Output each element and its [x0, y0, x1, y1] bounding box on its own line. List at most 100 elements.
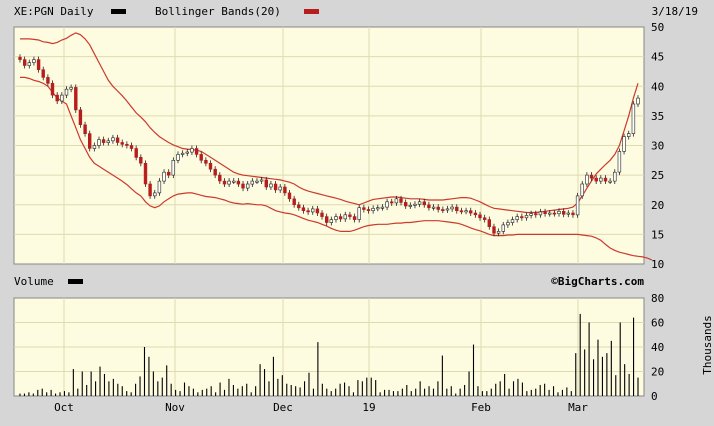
price-candle [385, 201, 389, 208]
price-candle [292, 198, 296, 206]
price-candle [417, 201, 422, 205]
price-candle [167, 171, 171, 176]
price-candle [218, 174, 222, 182]
price-candle [557, 211, 561, 215]
price-candle [162, 171, 166, 182]
price-candle [357, 207, 361, 220]
price-candle [306, 210, 310, 213]
price-candle [199, 154, 203, 161]
price-candle [594, 177, 598, 182]
price-candle [631, 103, 636, 134]
price-candle [273, 183, 278, 191]
price-candle [520, 216, 524, 219]
price-candle [482, 217, 487, 220]
price-candle [459, 210, 464, 213]
price-candle [153, 192, 157, 197]
price-candle [41, 69, 45, 78]
price-candle [60, 94, 64, 102]
price-candle [250, 180, 254, 185]
symbol-label: XE:PGN Daily [14, 5, 94, 18]
price-candle [46, 77, 50, 84]
volume-tick-label: 20 [651, 366, 664, 379]
volume-tick-label: 60 [651, 317, 664, 330]
price-candle [362, 207, 366, 210]
price-candle [450, 206, 454, 210]
stock-chart: XE:PGN Daily Bollinger Bands(20) 3/18/19… [0, 0, 714, 426]
price-candle [287, 192, 292, 200]
price-candle [125, 144, 129, 146]
price-candle [626, 133, 631, 137]
price-candle [22, 59, 27, 66]
price-candle [232, 180, 236, 183]
price-candle [241, 183, 245, 189]
price-candle [427, 204, 431, 209]
price-tick-label: 45 [651, 51, 664, 64]
price-candle [515, 216, 519, 220]
price-candle [55, 94, 59, 102]
price-candle [538, 211, 543, 216]
price-candle [366, 209, 371, 212]
price-candle [599, 177, 603, 182]
price-candle [622, 136, 626, 152]
x-tick-label: Oct [54, 401, 74, 414]
x-tick-label: Dec [273, 401, 293, 414]
price-candle [148, 183, 152, 197]
price-candle [297, 204, 301, 209]
price-candle [283, 186, 287, 194]
x-tick-label: Mar [568, 401, 588, 414]
price-candle [222, 180, 227, 185]
price-candle [473, 212, 478, 216]
price-candle [543, 211, 547, 214]
price-candle [403, 202, 408, 207]
indicator-label: Bollinger Bands(20) [155, 5, 281, 18]
price-tick-label: 40 [651, 80, 664, 93]
price-candle [468, 210, 473, 214]
price-candle [264, 179, 268, 188]
price-candle [501, 224, 505, 232]
price-tick-label: 30 [651, 140, 664, 153]
price-candle [589, 174, 594, 179]
price-candle [32, 59, 36, 63]
price-candle [259, 179, 264, 182]
price-y-axis: 10 15 20 25 30 35 40 45 50 [651, 21, 664, 271]
price-candle [380, 206, 385, 209]
price-candle [324, 216, 329, 223]
price-candle [371, 208, 375, 212]
indicator-legend-swatch [304, 9, 319, 14]
volume-tick-label: 0 [651, 390, 658, 403]
price-candle [36, 59, 41, 70]
price-candle [441, 209, 445, 212]
price-candle [78, 109, 83, 126]
price-candle [213, 168, 217, 176]
price-candle [139, 157, 143, 164]
price-candle [315, 208, 320, 214]
price-candle [208, 163, 213, 170]
price-tick-label: 15 [651, 228, 664, 241]
price-candle [348, 214, 352, 217]
price-candle [571, 212, 575, 216]
price-candle [617, 151, 622, 173]
price-candle [185, 151, 189, 154]
date-label: 3/18/19 [652, 5, 698, 18]
price-candle [227, 180, 231, 185]
price-candle [431, 206, 436, 209]
price-candle [143, 163, 148, 185]
price-candle [455, 206, 459, 212]
x-tick-label: Feb [471, 401, 491, 414]
x-tick-label: Nov [165, 401, 185, 414]
price-candle [534, 213, 538, 216]
volume-legend-swatch [68, 279, 83, 284]
price-candle [352, 216, 357, 220]
price-candle [561, 211, 566, 215]
price-candle [422, 201, 426, 206]
price-candle [180, 152, 185, 155]
price-candle [566, 212, 571, 215]
price-candle [492, 226, 496, 234]
price-candle [101, 139, 106, 143]
price-candle [552, 212, 557, 215]
price-candle [524, 215, 529, 219]
price-candle [129, 145, 134, 149]
price-candle [74, 87, 78, 111]
price-candle [194, 148, 199, 155]
price-candle [97, 139, 101, 146]
